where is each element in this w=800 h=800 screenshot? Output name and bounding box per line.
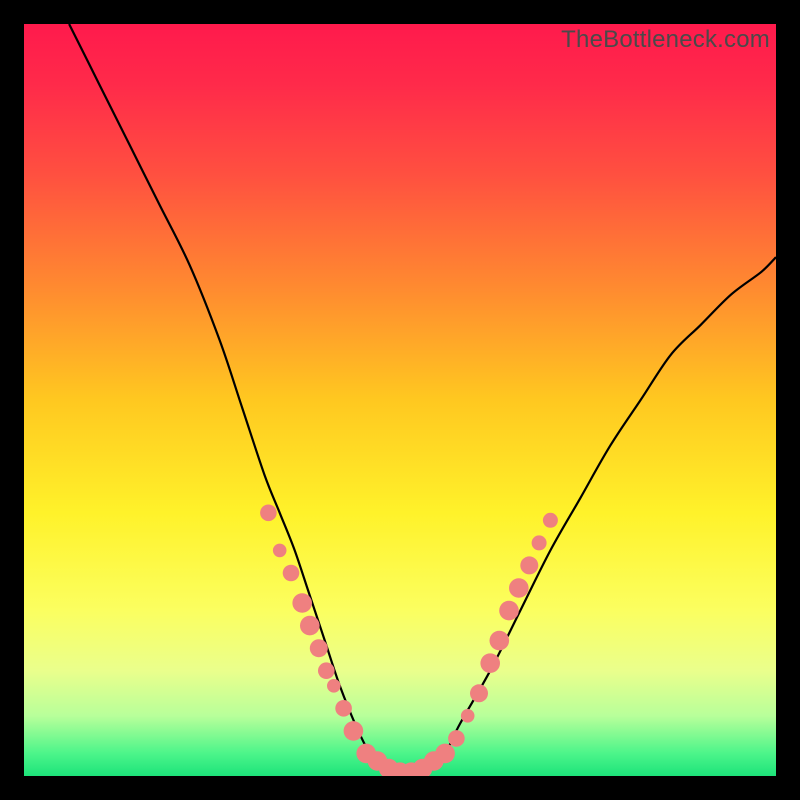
curve-marker: [543, 513, 558, 528]
watermark-text: TheBottleneck.com: [561, 26, 770, 54]
curve-marker: [532, 535, 547, 550]
curve-marker: [461, 709, 475, 723]
curve-marker: [283, 565, 300, 582]
curve-marker: [490, 631, 510, 651]
curve-marker: [310, 639, 328, 657]
bottleneck-curve: [69, 24, 776, 776]
curve-markers: [260, 505, 558, 777]
curve-marker: [448, 730, 465, 747]
curve-marker: [318, 662, 335, 679]
curve-layer: [24, 24, 776, 776]
curve-marker: [273, 544, 287, 558]
curve-marker: [470, 684, 488, 702]
curve-marker: [260, 505, 277, 522]
curve-marker: [327, 679, 341, 693]
curve-marker: [344, 721, 364, 741]
curve-marker: [520, 556, 538, 574]
curve-marker: [335, 700, 352, 717]
plot-area: TheBottleneck.com: [24, 24, 776, 776]
curve-marker: [499, 601, 519, 621]
curve-marker: [300, 616, 320, 636]
curve-marker: [292, 593, 312, 613]
chart-frame: TheBottleneck.com: [0, 0, 800, 800]
curve-marker: [509, 578, 529, 598]
curve-marker: [480, 653, 500, 673]
curve-marker: [435, 744, 455, 764]
